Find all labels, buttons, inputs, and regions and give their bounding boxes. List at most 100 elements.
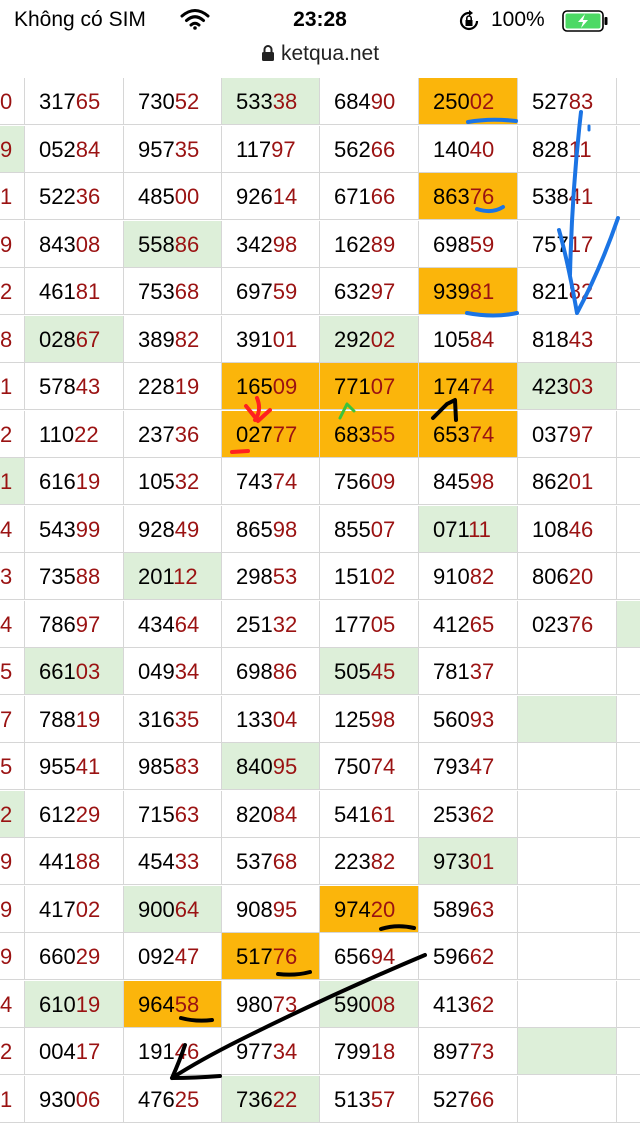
table-cell-clipped: 1 — [0, 363, 25, 410]
table-cell: 78819 — [25, 695, 124, 743]
table-cell — [518, 1028, 617, 1075]
table-cell: 75074 — [320, 743, 419, 790]
table-cell-clipped — [617, 695, 640, 743]
clipped-digit: 9 — [0, 231, 13, 257]
table-cell: 41702 — [25, 885, 124, 933]
number-lead-digits: 786 — [39, 611, 76, 637]
number-last-two-digits: 18 — [370, 1039, 396, 1064]
table-cell: 79347 — [419, 743, 518, 790]
number-last-two-digits: 02 — [370, 564, 396, 589]
table-cell: 23736 — [124, 410, 222, 458]
table-cell — [518, 980, 617, 1028]
table-cell: 20112 — [124, 553, 222, 600]
table-cell-clipped: 4 — [0, 980, 25, 1028]
number-lead-digits: 661 — [39, 659, 76, 684]
number-lead-digits: 799 — [334, 1039, 371, 1064]
table-row: 1 61619 10532 74374 75609 84598 86201 — [0, 458, 640, 505]
number-last-two-digits: 32 — [174, 469, 200, 494]
number-lead-digits: 250 — [433, 89, 470, 114]
number-lead-digits: 174 — [433, 374, 470, 399]
number-lead-digits: 505 — [334, 659, 371, 684]
table-cell: 11797 — [222, 125, 320, 173]
table-cell: 97734 — [222, 1028, 320, 1075]
number-lead-digits: 485 — [138, 184, 175, 209]
table-row: 5 95541 98583 84095 75074 79347 — [0, 743, 640, 790]
table-cell-clipped: 9 — [0, 220, 25, 268]
table-cell: 78697 — [25, 600, 124, 648]
table-cell: 05284 — [25, 125, 124, 173]
number-last-two-digits: 41 — [568, 184, 594, 209]
number-lead-digits: 908 — [236, 896, 273, 922]
table-cell: 51357 — [320, 1075, 419, 1123]
table-cell: 12598 — [320, 695, 419, 743]
number-last-two-digits: 59 — [469, 231, 495, 257]
number-lead-digits: 052 — [39, 136, 76, 162]
number-last-two-digits: 68 — [272, 849, 298, 874]
number-last-two-digits: 74 — [469, 374, 495, 399]
number-lead-digits: 939 — [433, 279, 470, 304]
number-lead-digits: 616 — [39, 469, 76, 494]
table-cell: 56266 — [320, 125, 419, 173]
table-cell: 82084 — [222, 790, 320, 838]
table-cell: 90064 — [124, 885, 222, 933]
address-bar[interactable]: ketqua.net — [0, 38, 640, 76]
table-cell-clipped — [617, 838, 640, 885]
table-row: 1 57843 22819 16509 77107 17474 42303 — [0, 363, 640, 410]
number-last-two-digits: 61 — [370, 801, 396, 827]
number-last-two-digits: 20 — [568, 564, 594, 589]
table-cell: 58963 — [419, 885, 518, 933]
table-cell: 93006 — [25, 1075, 124, 1123]
table-cell — [518, 838, 617, 885]
table-cell: 43464 — [124, 600, 222, 648]
number-lead-digits: 228 — [138, 374, 175, 399]
number-lead-digits: 533 — [236, 89, 273, 114]
number-last-two-digits: 22 — [272, 1086, 298, 1112]
lottery-results-grid: 0 31765 73052 53338 68490 25002 52783 9 05284 957… — [0, 78, 640, 1132]
table-cell: 53338 — [222, 78, 320, 125]
number-last-two-digits: 52 — [174, 89, 200, 114]
table-cell-clipped — [617, 600, 640, 648]
number-lead-digits: 517 — [236, 944, 273, 969]
number-lead-digits: 389 — [138, 326, 175, 352]
number-last-two-digits: 84 — [272, 801, 298, 827]
table-cell-clipped: 9 — [0, 838, 25, 885]
table-cell: 95735 — [124, 125, 222, 173]
number-last-two-digits: 99 — [75, 516, 101, 542]
number-last-two-digits: 01 — [568, 469, 594, 494]
number-last-two-digits: 12 — [173, 564, 198, 589]
number-lead-digits: 513 — [334, 1086, 371, 1112]
number-lead-digits: 715 — [138, 801, 175, 827]
table-row: 2 46181 75368 69759 63297 93981 82182 — [0, 268, 640, 315]
number-lead-digits: 476 — [138, 1086, 175, 1112]
table-cell-clipped: 5 — [0, 648, 25, 695]
number-last-two-digits: 03 — [75, 659, 101, 684]
number-lead-digits: 027 — [236, 421, 273, 447]
table-cell-clipped: 7 — [0, 695, 25, 743]
table-cell: 52236 — [25, 173, 124, 220]
number-lead-digits: 980 — [236, 991, 273, 1017]
table-cell-clipped: 4 — [0, 600, 25, 648]
url-domain[interactable]: ketqua.net — [281, 42, 379, 65]
number-last-two-digits: 98 — [272, 516, 298, 542]
number-lead-digits: 342 — [236, 231, 273, 257]
clipped-digit: 4 — [0, 991, 13, 1017]
number-lead-digits: 788 — [39, 706, 76, 732]
table-cell: 59008 — [320, 980, 419, 1028]
table-cell-clipped — [617, 980, 640, 1028]
number-last-two-digits: 88 — [75, 564, 101, 589]
table-cell: 16509 — [222, 363, 320, 410]
number-lead-digits: 028 — [39, 326, 76, 352]
table-cell: 02867 — [25, 315, 124, 363]
number-last-two-digits: 98 — [370, 706, 396, 732]
number-lead-digits: 957 — [138, 136, 175, 162]
number-lead-digits: 441 — [39, 849, 76, 874]
number-lead-digits: 110 — [39, 421, 75, 447]
number-last-two-digits: 97 — [568, 421, 594, 447]
table-cell: 53841 — [518, 173, 617, 220]
number-lead-digits: 527 — [433, 1086, 470, 1112]
table-row: 7 78819 31635 13304 12598 56093 — [0, 695, 640, 743]
number-lead-digits: 527 — [532, 89, 569, 114]
number-lead-digits: 434 — [138, 611, 175, 637]
clipped-digit: 9 — [0, 849, 13, 874]
battery-percent: 100% — [491, 8, 545, 31]
